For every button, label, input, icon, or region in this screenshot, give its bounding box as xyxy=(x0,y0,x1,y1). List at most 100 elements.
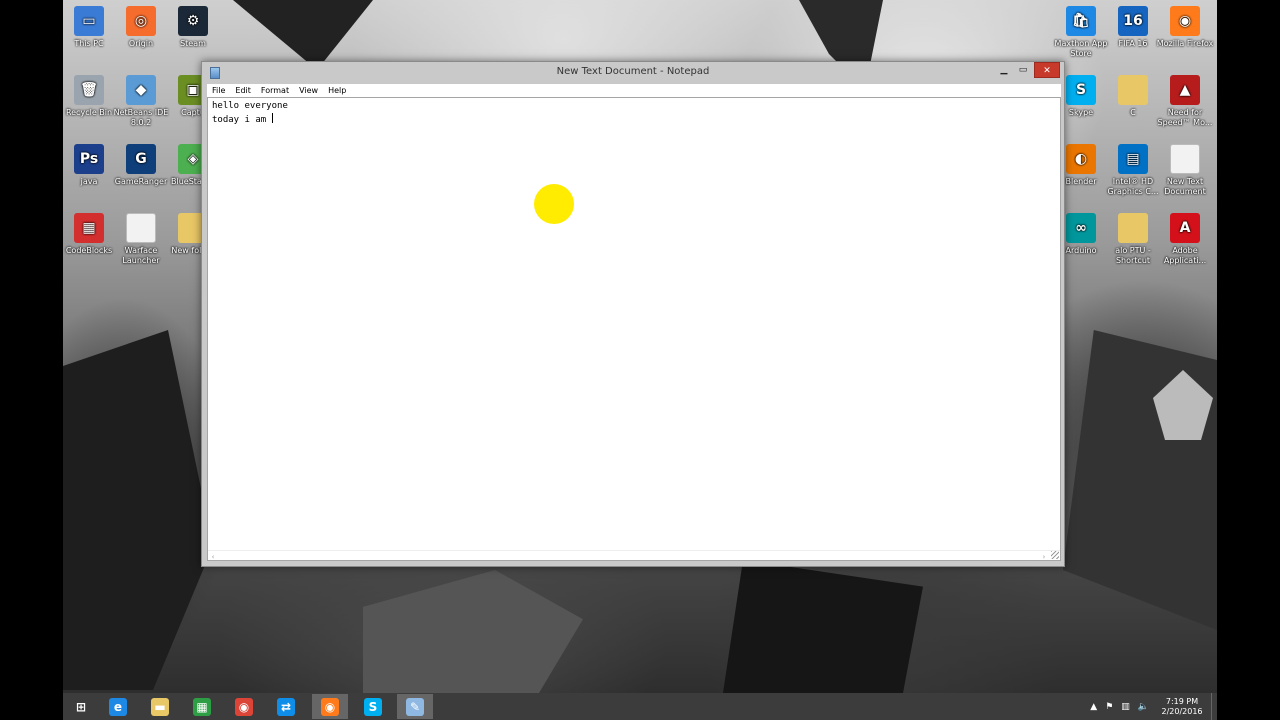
maxthon-store-icon: 🛍 xyxy=(1066,6,1096,36)
clock-time: 7:19 PM xyxy=(1165,696,1199,706)
desktop-icon[interactable]: Ps java xyxy=(63,144,118,187)
desktop-icon-label: Steam xyxy=(180,39,206,48)
wallpaper-shape xyxy=(233,0,373,70)
text-line-content: today i am xyxy=(212,115,272,125)
desktop-icon[interactable]: A Adobe Applicati... xyxy=(1156,213,1214,266)
desktop-icon[interactable]: ⚙ Steam xyxy=(164,6,222,49)
desktop-icon[interactable]: ▤ Intel® HD Graphics C... xyxy=(1104,144,1162,197)
action-center-flag-icon[interactable]: ⚑ xyxy=(1105,702,1113,712)
taskbar-chrome-button[interactable]: ◉ xyxy=(226,694,262,719)
taskbar-store-button[interactable]: ▦ xyxy=(184,694,220,719)
desktop-icon[interactable]: ◎ Origin xyxy=(112,6,170,49)
text-editor[interactable]: hello everyone today i am ‹ › xyxy=(207,97,1061,561)
desktop-icon-label: New Text Document xyxy=(1164,177,1206,196)
text-line: hello everyone xyxy=(212,101,288,111)
recycle-bin-icon: 🗑 xyxy=(74,75,104,105)
taskbar: ⊞ e ▬ ▦ ◉ ⇄ ◉ S ✎ ▲ ⚑ ▥ 🔈 7:19 PM 2/20/2016 xyxy=(63,693,1217,720)
blender-icon: ◐ xyxy=(1066,144,1096,174)
title-bar[interactable]: New Text Document - Notepad ▁ ▭ ✕ xyxy=(202,62,1064,84)
desktop-icon-label: GameRanger xyxy=(114,177,168,186)
adobe-icon: A xyxy=(1170,213,1200,243)
menu-help[interactable]: Help xyxy=(323,84,351,97)
desktop-icon[interactable]: 🗑 Recycle Bin xyxy=(63,75,118,118)
right-letterbox xyxy=(1217,0,1280,720)
taskbar-internet-explorer-button[interactable]: e xyxy=(100,694,136,719)
desktop-icon-label: alo PTU - Shortcut xyxy=(1115,246,1151,265)
taskbar-file-explorer-button[interactable]: ▬ xyxy=(142,694,178,719)
show-hidden-icons-icon[interactable]: ▲ xyxy=(1090,702,1097,712)
scroll-right-arrow-icon[interactable]: › xyxy=(1042,551,1046,564)
desktop-icon-label: java xyxy=(80,177,98,186)
netbeans-icon: ◆ xyxy=(126,75,156,105)
clock-date: 2/20/2016 xyxy=(1161,706,1203,716)
desktop-icon[interactable]: ◉ Mozilla Firefox xyxy=(1156,6,1214,49)
desktop-icon-label: Recycle Bin xyxy=(65,108,113,117)
desktop-icon[interactable]: G GameRanger xyxy=(112,144,170,187)
text-line: today i am xyxy=(212,113,1056,127)
resize-grip-icon[interactable] xyxy=(1051,551,1059,559)
desktop-icon-label: CodeBlocks xyxy=(65,246,113,255)
taskbar-notepad-button[interactable]: ✎ xyxy=(397,694,433,719)
store-icon: ▦ xyxy=(193,697,211,716)
menu-edit[interactable]: Edit xyxy=(230,84,256,97)
steam-icon: ⚙ xyxy=(178,6,208,36)
wallpaper-shape xyxy=(723,560,923,693)
origin-icon: ◎ xyxy=(126,6,156,36)
desktop-icon[interactable]: ▦ CodeBlocks xyxy=(63,213,118,256)
photoshop-file-icon: Ps xyxy=(74,144,104,174)
desktop-icon[interactable]: New Text Document xyxy=(1156,144,1214,197)
desktop-icon[interactable]: ◆ NetBeans IDE 8.0.2 xyxy=(112,75,170,128)
folder-icon xyxy=(1118,75,1148,105)
desktop-icon-label: C xyxy=(1130,108,1136,117)
desktop-icon[interactable]: C xyxy=(1104,75,1162,118)
desktop-icon[interactable]: ▲ Need for Speed™ Mo... xyxy=(1156,75,1214,128)
desktop-icon[interactable]: 16 FIFA 16 xyxy=(1104,6,1162,49)
scroll-left-arrow-icon[interactable]: ‹ xyxy=(211,551,215,564)
left-letterbox xyxy=(0,0,63,720)
horizontal-scrollbar[interactable]: ‹ › xyxy=(208,550,1060,561)
clock[interactable]: 7:19 PM 2/20/2016 xyxy=(1153,697,1211,717)
menu-view[interactable]: View xyxy=(294,84,323,97)
cursor-highlight xyxy=(534,184,574,224)
desktop-icon[interactable]: 🛍 Maxthon App Store xyxy=(1052,6,1110,59)
network-icon[interactable]: ▥ xyxy=(1121,702,1130,712)
skype-icon: S xyxy=(364,697,382,716)
taskbar-teamviewer-button[interactable]: ⇄ xyxy=(268,694,304,719)
intel-graphics-icon: ▤ xyxy=(1118,144,1148,174)
windows-start-icon: ⊞ xyxy=(75,699,87,714)
desktop-icon-label: Origin xyxy=(128,39,154,48)
menu-file[interactable]: File xyxy=(207,84,230,97)
taskbar-firefox-button[interactable]: ◉ xyxy=(312,694,348,719)
text-document-icon xyxy=(1170,144,1200,174)
desktop-icon[interactable]: alo PTU - Shortcut xyxy=(1104,213,1162,266)
desktop-icon[interactable]: ▭ This PC xyxy=(63,6,118,49)
file-explorer-icon: ▬ xyxy=(151,697,169,716)
notepad-icon: ✎ xyxy=(406,697,424,716)
taskbar-skype-button[interactable]: S xyxy=(355,694,391,719)
teamviewer-icon: ⇄ xyxy=(277,697,295,716)
desktop-icon-label: Adobe Applicati... xyxy=(1163,246,1207,265)
computer-icon: ▭ xyxy=(74,6,104,36)
maximize-button[interactable]: ▭ xyxy=(1015,62,1031,78)
notepad-window[interactable]: New Text Document - Notepad ▁ ▭ ✕ File E… xyxy=(201,61,1065,567)
volume-icon[interactable]: 🔈 xyxy=(1138,702,1149,712)
desktop-icon-label: Mozilla Firefox xyxy=(1156,39,1214,48)
wallpaper-shape xyxy=(363,570,583,693)
internet-explorer-icon: e xyxy=(109,697,127,716)
desktop-icon[interactable]: Warface Launcher xyxy=(112,213,170,266)
show-desktop-button[interactable] xyxy=(1211,693,1217,720)
folder-icon xyxy=(1118,213,1148,243)
need-for-speed-icon: ▲ xyxy=(1170,75,1200,105)
text-caret xyxy=(271,113,273,123)
wallpaper-shape xyxy=(1063,330,1217,630)
taskbar-windows-start-button[interactable]: ⊞ xyxy=(63,694,99,719)
desktop-icon-label: This PC xyxy=(74,39,104,48)
desktop-icon-label: NetBeans IDE 8.0.2 xyxy=(113,108,169,127)
close-button[interactable]: ✕ xyxy=(1034,62,1060,78)
minimize-button[interactable]: ▁ xyxy=(996,62,1012,78)
firefox-icon: ◉ xyxy=(1170,6,1200,36)
menu-format[interactable]: Format xyxy=(256,84,294,97)
firefox-icon: ◉ xyxy=(321,697,339,716)
desktop-icon-label: Need for Speed™ Mo... xyxy=(1157,108,1213,127)
window-title: New Text Document - Notepad xyxy=(556,66,710,77)
